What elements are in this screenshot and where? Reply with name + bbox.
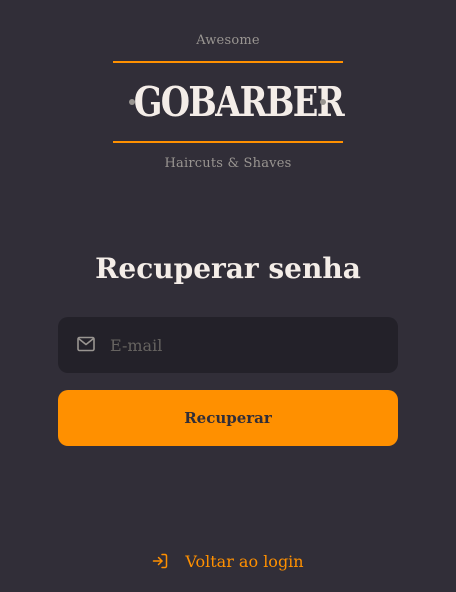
logo-bottom-line (113, 141, 343, 143)
mail-icon (77, 336, 95, 352)
page-title: Recuperar senha (95, 252, 361, 285)
email-input[interactable] (110, 317, 380, 373)
logo-tagline-top: Awesome (196, 33, 260, 48)
logo-brand-name: GOBARBER (133, 78, 345, 126)
recover-button[interactable]: Recuperar (58, 390, 398, 446)
back-to-login-link[interactable]: Voltar ao login (0, 548, 456, 574)
logo-top-line (113, 61, 343, 63)
back-to-login-label: Voltar ao login (185, 551, 304, 571)
logo-brand-row: GOBARBER (113, 76, 345, 128)
gobarber-logo: Awesome GOBARBER Haircuts & Shaves (113, 30, 345, 180)
logo-dot-right (320, 99, 326, 105)
forgot-password-page: Awesome GOBARBER Haircuts & Shaves Recup… (0, 0, 456, 592)
email-field-container[interactable] (58, 317, 398, 373)
log-in-icon (153, 553, 168, 569)
logo-tagline-bottom: Haircuts & Shaves (164, 156, 292, 171)
